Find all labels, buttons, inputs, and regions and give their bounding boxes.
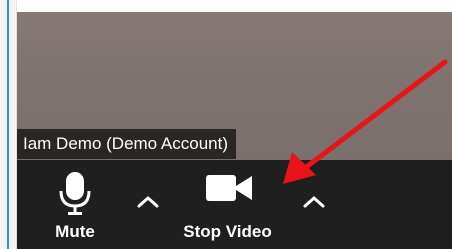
mute-button[interactable]: Mute [42,160,108,249]
microphone-icon [59,172,91,215]
accent-edge-line [7,0,9,249]
window-left-edge [0,0,17,249]
meeting-window: Iam Demo (Demo Account) Mute Stop Video [17,0,452,249]
stop-video-button[interactable]: Stop Video [170,160,285,249]
stop-video-label: Stop Video [183,222,272,241]
chevron-up-icon [137,196,159,208]
screenshot-stage: Iam Demo (Demo Account) Mute Stop Video [0,0,452,249]
meeting-toolbar: Mute Stop Video [17,160,452,249]
video-options-button[interactable] [300,190,328,212]
video-camera-icon [206,175,252,201]
chevron-up-icon [303,196,325,208]
mute-label: Mute [55,222,95,241]
participant-name-label: Iam Demo (Demo Account) [17,129,237,159]
audio-options-button[interactable] [134,190,162,212]
